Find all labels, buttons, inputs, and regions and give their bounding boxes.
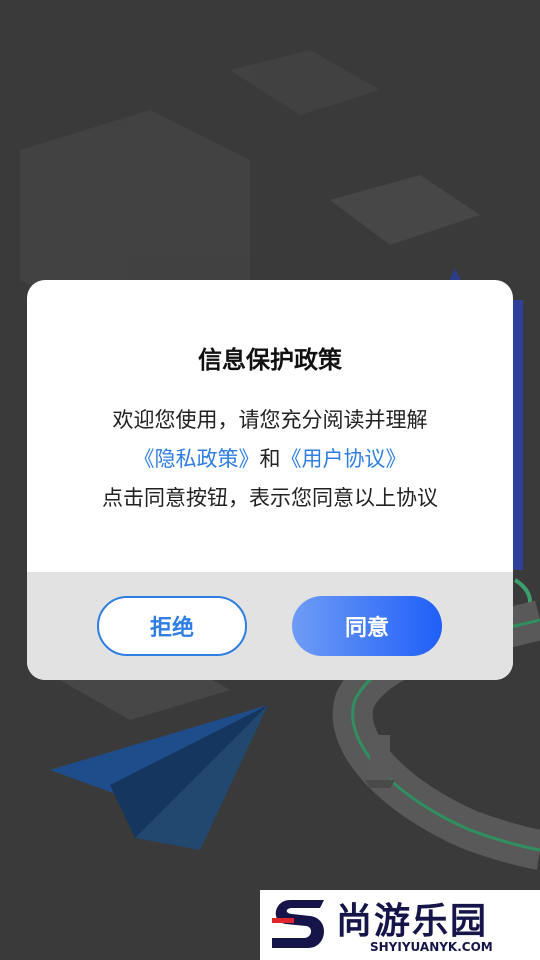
user-agreement-link[interactable]: 《用户协议》 xyxy=(281,447,407,471)
privacy-policy-dialog: 信息保护政策 欢迎您使用，请您充分阅读并理解 《隐私政策》和《用户协议》 点击同… xyxy=(27,280,513,680)
conjunction-text: 和 xyxy=(259,447,281,471)
watermark-logo-icon xyxy=(272,900,325,948)
watermark-title: 尚游乐园 xyxy=(336,901,489,942)
dialog-button-bar: 拒绝 同意 xyxy=(27,572,513,680)
dialog-message-line2: 《隐私政策》和《用户协议》 xyxy=(27,443,513,473)
dialog-title: 信息保护政策 xyxy=(198,346,342,374)
privacy-policy-link[interactable]: 《隐私政策》 xyxy=(134,447,260,471)
watermark-subtitle: SHYIYUANYK.COM xyxy=(370,940,493,954)
reject-button[interactable]: 拒绝 xyxy=(97,596,247,656)
watermark: 尚游乐园 SHYIYUANYK.COM xyxy=(260,890,540,960)
dialog-message-line3: 点击同意按钮，表示您同意以上协议 xyxy=(102,486,438,510)
dialog-message-line1: 欢迎您使用，请您充分阅读并理解 xyxy=(112,408,428,432)
agree-button[interactable]: 同意 xyxy=(292,596,442,656)
